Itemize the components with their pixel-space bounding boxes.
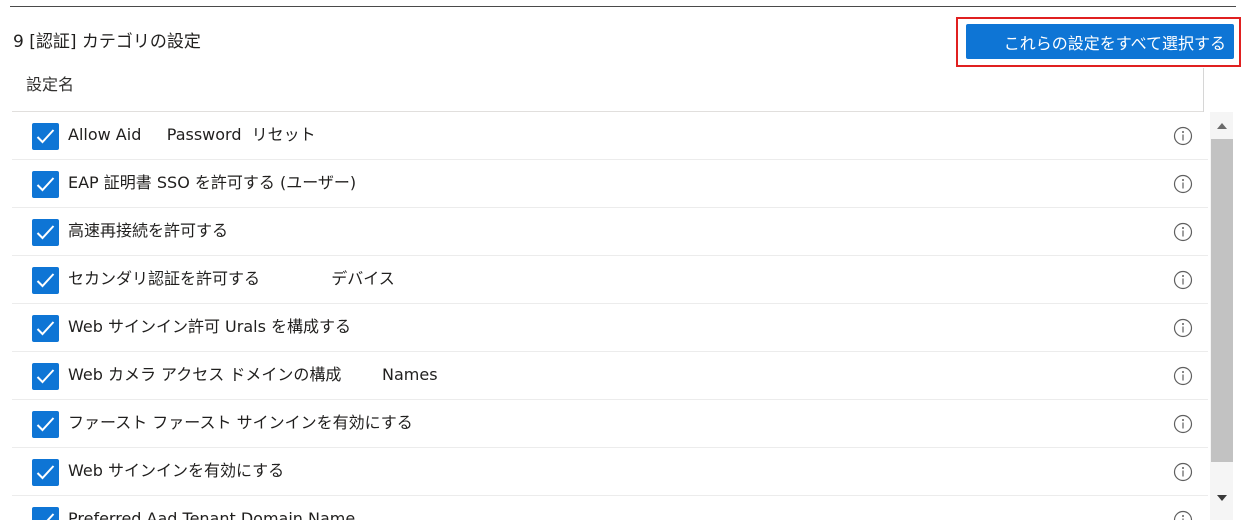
setting-label: ファースト ファースト サインインを有効にする	[68, 413, 413, 432]
column-divider	[1203, 68, 1204, 112]
info-icon[interactable]	[1173, 414, 1193, 434]
setting-checkbox[interactable]	[32, 171, 59, 198]
info-icon[interactable]	[1173, 126, 1193, 146]
setting-label: EAP 証明書 SSO を許可する (ユーザー)	[68, 173, 357, 192]
settings-row: ファースト ファースト サインインを有効にする	[12, 400, 1208, 448]
checkmark-icon	[36, 129, 55, 144]
info-icon[interactable]	[1173, 462, 1193, 482]
setting-label: セカンダリ認証を許可する デバイス	[68, 269, 395, 288]
settings-row: Web カメラ アクセス ドメインの構成 Names	[12, 352, 1208, 400]
settings-row: Web サインインを有効にする	[12, 448, 1208, 496]
setting-checkbox[interactable]	[32, 267, 59, 294]
setting-label: Preferred Aad Tenant Domain Name	[68, 509, 356, 520]
checkmark-icon	[36, 273, 55, 288]
settings-row: Preferred Aad Tenant Domain Name	[12, 496, 1208, 520]
settings-row: 高速再接続を許可する	[12, 208, 1208, 256]
info-icon[interactable]	[1173, 270, 1193, 290]
checkmark-icon	[36, 177, 55, 192]
top-divider	[10, 6, 1236, 7]
setting-label: Web サインインを有効にする	[68, 461, 285, 480]
select-all-button[interactable]: これらの設定をすべて選択する	[966, 24, 1234, 59]
info-icon[interactable]	[1173, 174, 1193, 194]
checkmark-icon	[36, 225, 55, 240]
setting-checkbox[interactable]	[32, 123, 59, 150]
checkmark-icon	[36, 369, 55, 384]
setting-checkbox[interactable]	[32, 315, 59, 342]
info-icon[interactable]	[1173, 366, 1193, 386]
info-icon[interactable]	[1173, 318, 1193, 338]
checkmark-icon	[46, 513, 55, 520]
checkmark-icon	[36, 417, 55, 432]
setting-label: Allow Aid Password リセット	[68, 125, 316, 144]
scroll-down-arrow-icon[interactable]	[1213, 490, 1231, 506]
setting-checkbox[interactable]	[32, 411, 59, 438]
setting-label: Web サインイン許可 Urals を構成する	[68, 317, 352, 336]
setting-label: 高速再接続を許可する	[68, 221, 229, 240]
checkmark-icon	[36, 321, 55, 336]
setting-label: Web カメラ アクセス ドメインの構成 Names	[68, 365, 438, 384]
settings-list: Allow Aid Password リセット EAP 証明書 SSO を許可す…	[12, 112, 1208, 520]
checkmark-icon	[36, 465, 55, 480]
scroll-up-arrow-icon[interactable]	[1213, 118, 1231, 134]
info-icon[interactable]	[1173, 510, 1193, 520]
category-title: 9 [認証] カテゴリの設定	[13, 32, 201, 52]
settings-row: セカンダリ認証を許可する デバイス	[12, 256, 1208, 304]
setting-checkbox[interactable]	[32, 459, 59, 486]
setting-checkbox[interactable]	[32, 363, 59, 390]
scrollbar-thumb[interactable]	[1211, 139, 1233, 462]
setting-checkbox[interactable]	[32, 219, 59, 246]
settings-row: Allow Aid Password リセット	[12, 112, 1208, 160]
settings-row: Web サインイン許可 Urals を構成する	[12, 304, 1208, 352]
setting-checkbox[interactable]	[32, 507, 59, 520]
info-icon[interactable]	[1173, 222, 1193, 242]
column-header-setting-name: 設定名	[26, 75, 75, 94]
settings-row: EAP 証明書 SSO を許可する (ユーザー)	[12, 160, 1208, 208]
